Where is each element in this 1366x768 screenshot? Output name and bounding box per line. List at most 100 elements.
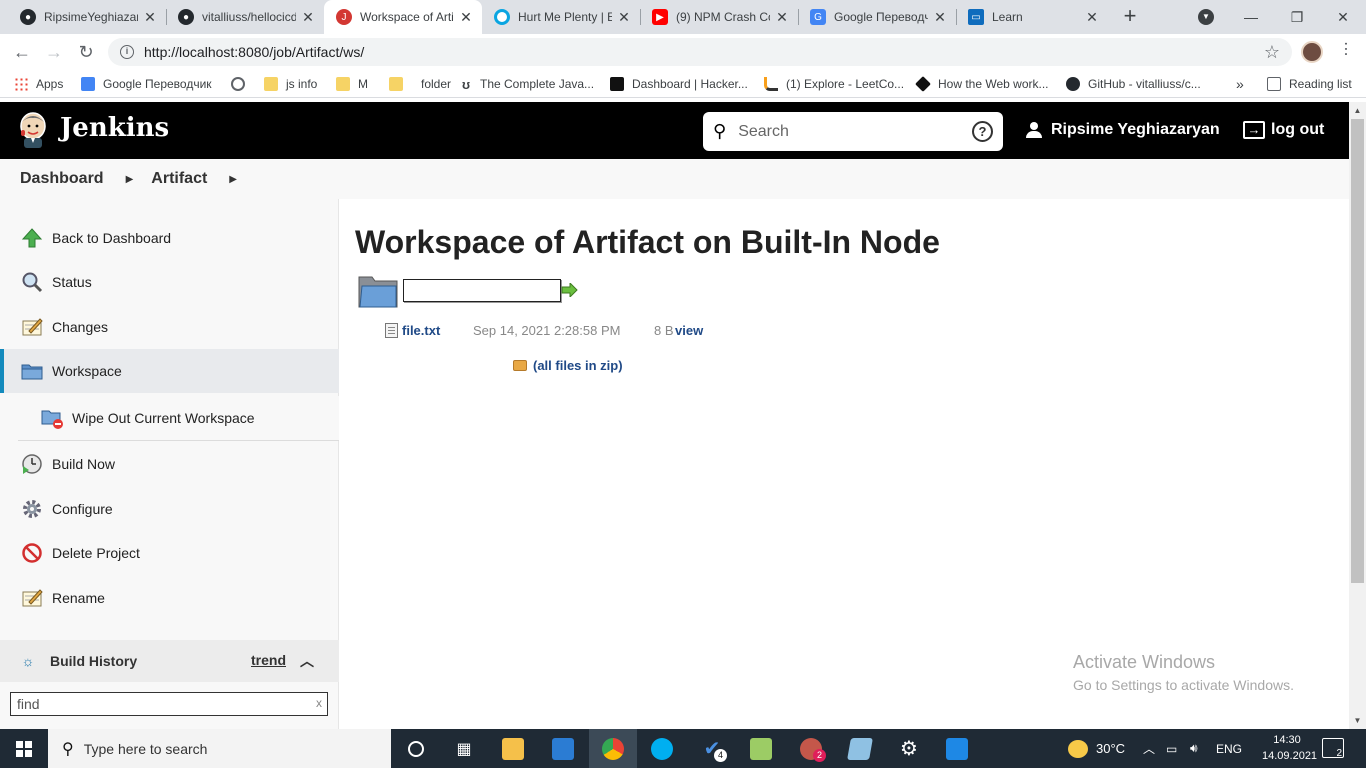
vertical-scrollbar[interactable]: ▲ ▼	[1349, 102, 1366, 729]
bookmark-star-icon[interactable]: ☆	[1264, 42, 1280, 63]
forward-arrow-icon[interactable]: →	[40, 39, 68, 67]
media-player-icon[interactable]	[933, 729, 981, 768]
chevron-up-icon[interactable]: ︿	[300, 651, 314, 671]
help-icon[interactable]: ?	[972, 121, 993, 142]
tray-chevron-icon[interactable]: ︿	[1143, 729, 1155, 768]
todo-icon[interactable]: ✔ 4	[688, 729, 736, 768]
task-wipe-out-workspace[interactable]: Wipe Out Current Workspace	[0, 396, 339, 440]
minimize-button[interactable]: —	[1228, 0, 1274, 34]
weather-widget[interactable]: 30°C	[1068, 729, 1125, 768]
jenkins-search-box[interactable]: ⚲ ?	[703, 112, 1003, 151]
clear-icon[interactable]: x	[316, 696, 322, 710]
browser-tab-2[interactable]: ● vitalliuss/hellocicd: T ✕	[166, 0, 324, 34]
breadcrumb-artifact[interactable]: Artifact	[151, 170, 207, 188]
scroll-up-icon[interactable]: ▲	[1349, 102, 1366, 119]
browser-tab-6[interactable]: G Google Переводчик ✕	[798, 0, 956, 34]
close-icon[interactable]: ✕	[932, 9, 948, 26]
sticky-notes-icon[interactable]	[836, 729, 884, 768]
info-icon[interactable]: i	[120, 45, 134, 59]
close-icon[interactable]: ✕	[300, 9, 316, 26]
task-configure[interactable]: Configure	[0, 487, 339, 531]
browser-tab-1[interactable]: ● RipsimeYeghiazaryan ✕	[8, 0, 166, 34]
browser-tab-4[interactable]: Hurt Me Plenty | Ep ✕	[482, 0, 640, 34]
tab-search-button[interactable]: ▼	[1198, 9, 1214, 25]
close-icon[interactable]: ✕	[142, 9, 158, 26]
breadcrumb-dashboard[interactable]: Dashboard	[20, 170, 104, 188]
task-delete-project[interactable]: Delete Project	[0, 531, 339, 575]
bookmark-globe[interactable]	[231, 75, 253, 93]
restore-button[interactable]: ❐	[1274, 0, 1320, 34]
scrollbar-thumb[interactable]	[1351, 119, 1364, 583]
file-name-link[interactable]: file.txt	[402, 323, 440, 338]
bookmark-folder[interactable]: folder	[389, 75, 451, 93]
taskbar-clock[interactable]: 14:30 14.09.2021	[1262, 732, 1317, 764]
cortana-icon[interactable]	[392, 729, 440, 768]
back-arrow-icon[interactable]: ←	[8, 39, 36, 67]
reload-icon[interactable]: ↻	[72, 39, 100, 67]
bookmark-google-translate[interactable]: Google Переводчик	[81, 75, 212, 93]
sun-icon: ☼	[21, 653, 35, 669]
jenkins-title[interactable]: Jenkins	[60, 113, 169, 143]
trend-link[interactable]: trend	[251, 652, 286, 668]
build-history-find-box[interactable]: x	[10, 692, 328, 716]
close-icon[interactable]: ✕	[458, 9, 474, 26]
close-icon[interactable]: ✕	[774, 9, 790, 26]
close-icon[interactable]: ✕	[616, 9, 632, 26]
close-window-button[interactable]: ✕	[1320, 0, 1366, 34]
volume-icon[interactable]: 🔊︎	[1190, 729, 1198, 768]
language-indicator[interactable]: ENG	[1216, 729, 1242, 768]
task-view-icon[interactable]: ▦	[440, 729, 488, 768]
task-workspace[interactable]: Workspace	[0, 349, 339, 393]
chevron-right-icon[interactable]: ▶	[229, 174, 237, 185]
settings-gear-icon[interactable]: ⚙	[885, 729, 933, 768]
jenkins-search-input[interactable]	[738, 122, 949, 141]
skype-icon[interactable]	[638, 729, 686, 768]
workspace-path-field[interactable]	[403, 279, 561, 302]
address-bar[interactable]: i http://localhost:8080/job/Artifact/ws/…	[108, 38, 1292, 66]
profile-avatar[interactable]	[1301, 41, 1323, 63]
logout-link[interactable]: → log out	[1243, 121, 1324, 139]
jenkins-logo-icon[interactable]	[18, 112, 48, 148]
new-tab-button[interactable]: +	[1118, 5, 1142, 29]
bookmark-web-work[interactable]: How the Web work...	[915, 75, 1048, 93]
user-link[interactable]: Ripsime Yeghiazaryan	[1026, 121, 1220, 139]
task-changes[interactable]: Changes	[0, 305, 339, 349]
vscode-icon[interactable]	[539, 729, 587, 768]
bookmark-js-info[interactable]: js info	[264, 75, 317, 93]
bookmark-java[interactable]: ʊ The Complete Java...	[462, 75, 594, 93]
file-view-link[interactable]: view	[675, 323, 703, 338]
start-button[interactable]	[0, 729, 48, 768]
taskbar-search[interactable]: ⚲ Type here to search	[48, 729, 391, 768]
file-date: Sep 14, 2021 2:28:58 PM	[473, 322, 621, 338]
url-text[interactable]: http://localhost:8080/job/Artifact/ws/	[144, 44, 364, 60]
task-label: Status	[52, 274, 92, 290]
user-name: Ripsime Yeghiazaryan	[1051, 121, 1220, 138]
notepad-plus-icon[interactable]	[737, 729, 785, 768]
battery-icon[interactable]: ▭	[1166, 729, 1177, 768]
bookmark-m[interactable]: M	[336, 75, 368, 93]
task-rename[interactable]: Rename	[0, 576, 339, 620]
go-arrow-icon[interactable]	[561, 283, 578, 297]
browser-tab-5[interactable]: ▶ (9) NPM Crash Cour ✕	[640, 0, 798, 34]
browser-menu-icon[interactable]: ⋯	[1336, 41, 1355, 57]
file-explorer-icon[interactable]	[489, 729, 537, 768]
reading-list-button[interactable]: Reading list	[1267, 75, 1352, 93]
bookmark-leetcode[interactable]: (1) Explore - LeetCo...	[764, 75, 904, 93]
browser-tab-3-active[interactable]: J Workspace of Artifact ✕	[324, 0, 482, 34]
find-input[interactable]	[17, 696, 307, 712]
scroll-down-icon[interactable]: ▼	[1349, 712, 1366, 729]
chrome-icon[interactable]	[589, 729, 637, 768]
slack-icon[interactable]: 2	[787, 729, 835, 768]
all-files-zip-link[interactable]: (all files in zip)	[513, 358, 623, 373]
bookmark-github[interactable]: GitHub - vitalliuss/c...	[1066, 75, 1201, 93]
browser-tab-7[interactable]: ▭ Learn ✕	[956, 0, 1108, 34]
bookmark-apps[interactable]: Apps	[14, 75, 63, 93]
task-back-to-dashboard[interactable]: Back to Dashboard	[0, 216, 339, 260]
task-build-now[interactable]: Build Now	[0, 442, 339, 486]
close-icon[interactable]: ✕	[1084, 9, 1100, 26]
task-status[interactable]: Status	[0, 260, 339, 304]
bookmark-hackerrank[interactable]: Dashboard | Hacker...	[610, 75, 748, 93]
bookmarks-overflow-button[interactable]: »	[1236, 75, 1244, 93]
chevron-right-icon[interactable]: ▶	[126, 174, 134, 185]
notifications-icon[interactable]: 2	[1322, 738, 1344, 759]
